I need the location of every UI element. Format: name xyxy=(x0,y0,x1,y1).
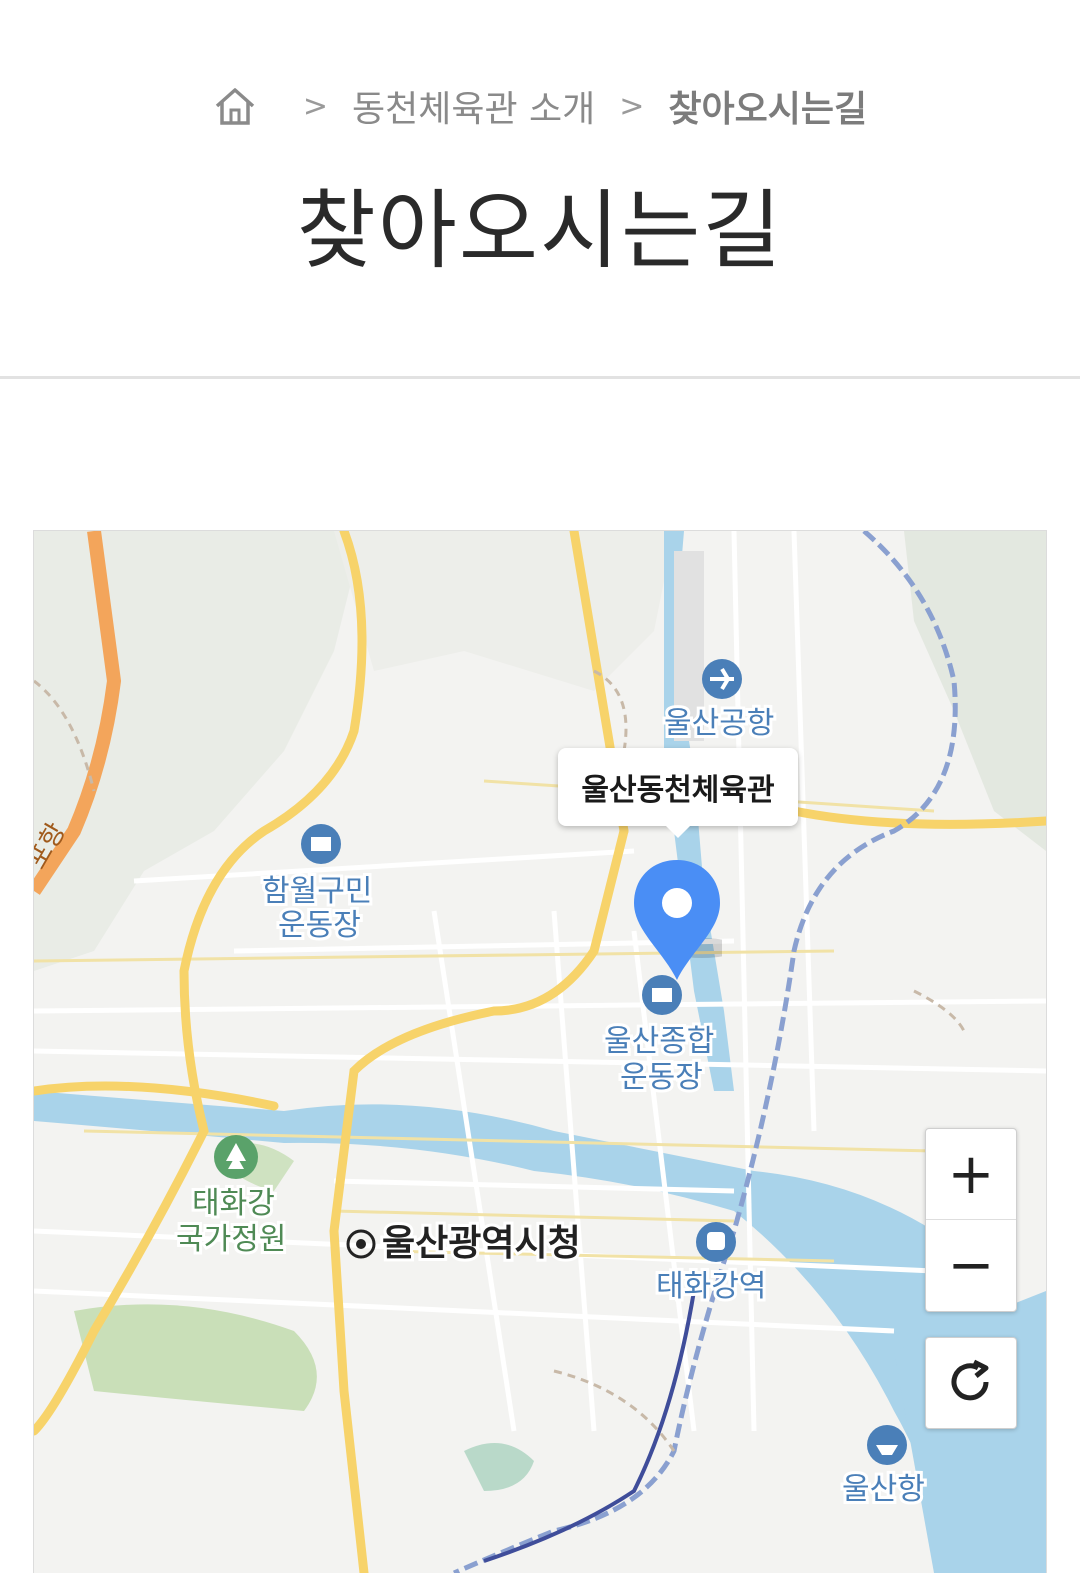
tree-icon xyxy=(214,1135,258,1179)
header-divider xyxy=(0,376,1080,379)
map-base-layer: 울산공항 함월구민 운동장 울산종합 운동장 태화강역 울산항 태화강 국가정원… xyxy=(34,531,1046,1573)
zoom-in-button[interactable]: + xyxy=(926,1129,1016,1219)
chevron-right-icon: > xyxy=(619,88,645,124)
label-garden-1: 태화강 xyxy=(192,1186,275,1221)
stadium-icon xyxy=(301,824,341,864)
breadcrumb-item-current: 찾아오시는길 xyxy=(668,89,868,130)
label-city-hall: 울산광역시청 xyxy=(382,1223,581,1264)
label-hamwol-1: 함월구민 xyxy=(262,874,372,909)
map-view[interactable]: 울산공항 함월구민 운동장 울산종합 운동장 태화강역 울산항 태화강 국가정원… xyxy=(33,530,1047,1573)
refresh-icon xyxy=(951,1359,989,1401)
label-port: 울산항 xyxy=(842,1472,925,1507)
label-station: 태화강역 xyxy=(656,1269,766,1304)
park-area xyxy=(74,1304,317,1411)
train-icon xyxy=(696,1222,736,1262)
airport-icon xyxy=(702,659,742,699)
ship-icon xyxy=(867,1425,907,1465)
label-ulsan-stadium-1: 울산종합 xyxy=(604,1024,714,1059)
zoom-out-button[interactable]: − xyxy=(926,1220,1016,1310)
location-pin-icon[interactable] xyxy=(632,858,722,982)
label-garden-2: 국가정원 xyxy=(176,1222,286,1257)
chevron-right-icon: > xyxy=(302,88,328,124)
label-ulsan-stadium-2: 운동장 xyxy=(620,1060,703,1095)
refresh-button[interactable] xyxy=(925,1337,1017,1429)
page-header: > 동천체육관 소개 > 찾아오시는길 찾아오시는길 xyxy=(0,0,1080,380)
home-icon[interactable] xyxy=(213,84,257,128)
breadcrumb: > 동천체육관 소개 > 찾아오시는길 xyxy=(0,80,1080,132)
breadcrumb-item-intro[interactable]: 동천체육관 소개 xyxy=(352,80,595,132)
page-title: 찾아오시는길 xyxy=(296,181,784,281)
label-airport: 울산공항 xyxy=(664,706,774,741)
label-hamwol-2: 운동장 xyxy=(278,908,361,943)
zoom-control: + − xyxy=(925,1128,1017,1312)
marker-label: 울산동천체육관 xyxy=(558,748,798,838)
